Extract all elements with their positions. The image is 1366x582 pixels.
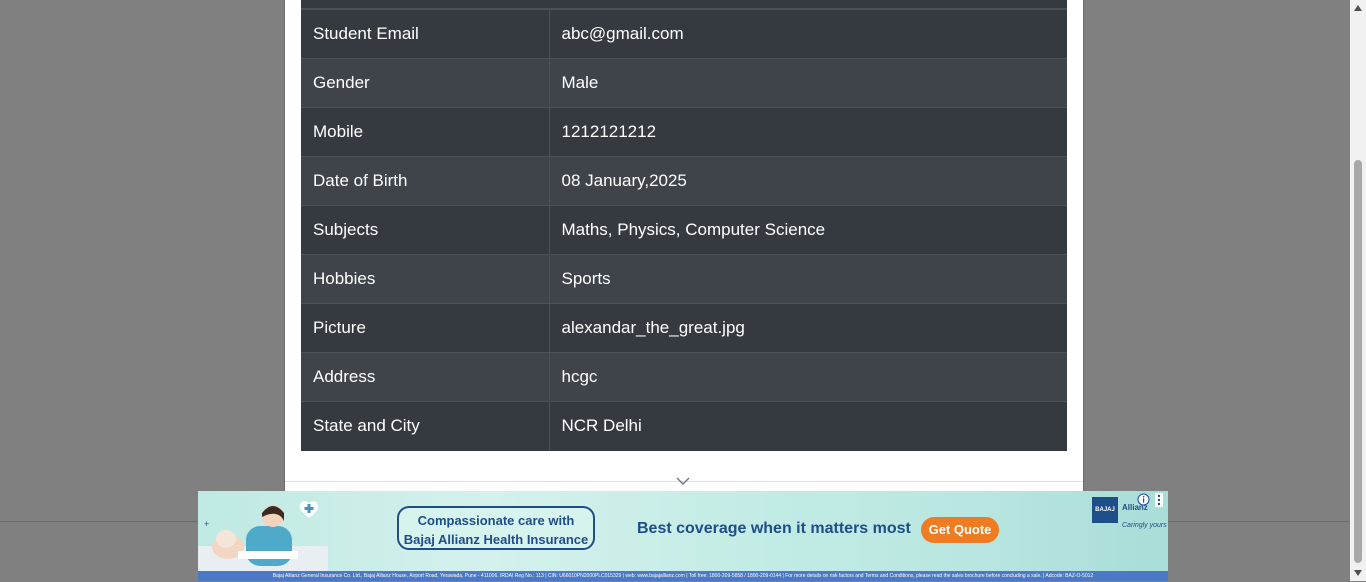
scroll-down-arrow-icon[interactable]	[1353, 569, 1363, 577]
brand-logo: BAJAJ	[1092, 497, 1118, 523]
table-row: Mobile 1212121212	[301, 107, 1067, 157]
row-label: Student Email	[301, 9, 550, 59]
scroll-up-arrow-icon[interactable]	[1353, 4, 1363, 12]
ad-headline-line1: Compassionate care with	[417, 513, 575, 528]
row-label: Gender	[301, 58, 550, 108]
row-label: Date of Birth	[301, 156, 550, 206]
row-value: Maths, Physics, Computer Science	[549, 205, 1067, 255]
row-value: abc@gmail.com	[549, 9, 1067, 59]
table-row: Student Email abc@gmail.com	[301, 9, 1067, 59]
table-row: Subjects Maths, Physics, Computer Scienc…	[301, 205, 1067, 255]
table-row: Address hcgc	[301, 352, 1067, 402]
brand-slogan: Caringly yours	[1122, 522, 1167, 529]
row-value: Male	[549, 58, 1067, 108]
row-value: 1212121212	[549, 107, 1067, 157]
ad-tagline: Best coverage when it matters most	[637, 520, 911, 537]
chevron-down-icon[interactable]	[676, 476, 690, 486]
row-label: Picture	[301, 303, 550, 353]
ad-info-icon[interactable]	[1137, 493, 1150, 506]
row-value: hcgc	[549, 352, 1067, 402]
row-value: alexandar_the_great.jpg	[549, 303, 1067, 353]
row-label: State and City	[301, 401, 550, 451]
small-plus-icon: +	[204, 519, 210, 529]
row-value: Sports	[549, 254, 1067, 304]
table-row: Hobbies Sports	[301, 254, 1067, 304]
page-background-strip	[1168, 521, 1350, 582]
ad-headline-bubble: Compassionate care with Bajaj Allianz He…	[397, 506, 595, 550]
page-scrollbar[interactable]	[1350, 0, 1366, 581]
row-value: 08 January,2025	[549, 156, 1067, 206]
row-label: Subjects	[301, 205, 550, 255]
table-row: State and City NCR Delhi	[301, 401, 1067, 451]
table-row: Date of Birth 08 January,2025	[301, 156, 1067, 206]
ad-options-icon[interactable]	[1155, 493, 1163, 507]
scrollbar-thumb[interactable]	[1354, 160, 1362, 563]
table-row: Gender Male	[301, 58, 1067, 108]
advertisement-banner[interactable]: + Compassionate care with Bajaj Allianz …	[198, 491, 1168, 581]
details-table: Student Email abc@gmail.com Gender Male …	[301, 9, 1067, 451]
row-value: NCR Delhi	[549, 401, 1067, 451]
get-quote-button[interactable]: Get Quote	[921, 517, 999, 543]
submission-modal: Student Email abc@gmail.com Gender Male …	[284, 0, 1084, 492]
row-label: Hobbies	[301, 254, 550, 304]
row-label: Address	[301, 352, 550, 402]
medical-plus-icon	[299, 501, 319, 518]
table-row-cut-off	[301, 0, 1067, 9]
row-label: Mobile	[301, 107, 550, 157]
ad-headline-line2: Bajaj Allianz Health Insurance	[403, 532, 589, 547]
details-table-wrapper: Student Email abc@gmail.com Gender Male …	[301, 0, 1067, 451]
page-background-strip	[0, 521, 198, 582]
table-row: Picture alexandar_the_great.jpg	[301, 303, 1067, 353]
ad-disclaimer: Bajaj Allianz General Insurance Co. Ltd.…	[198, 571, 1168, 581]
